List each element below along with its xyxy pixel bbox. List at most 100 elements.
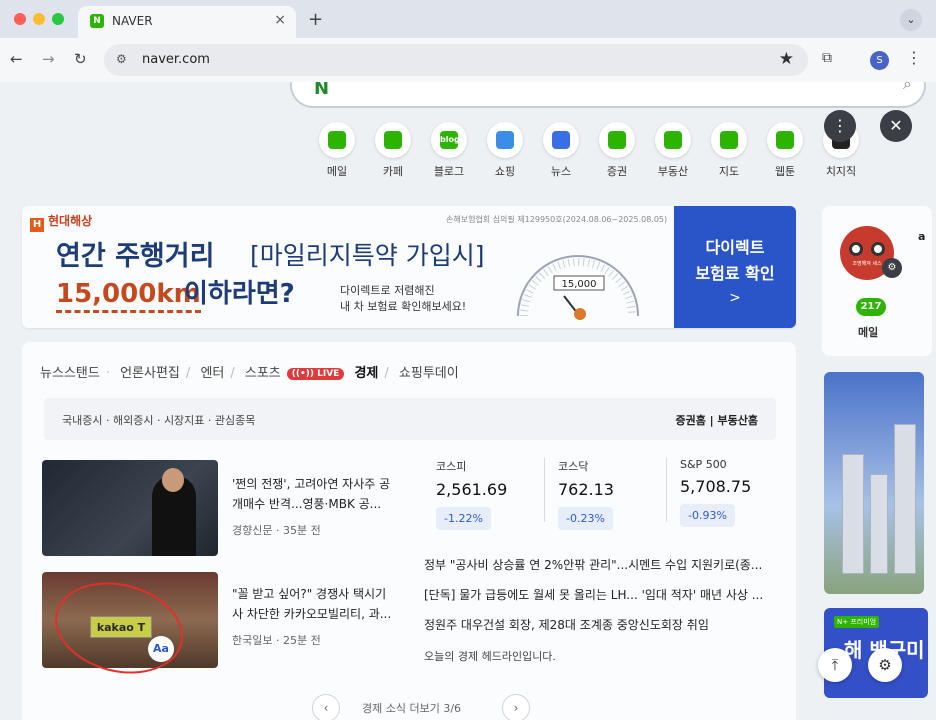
news-icon: [543, 122, 579, 158]
ad-headline-sub: [마일리지특약 가입시]: [250, 241, 485, 270]
naver-page: N ⌕ 메일 카페 blog 블로그 쇼핑 뉴스 증권 부동산 지도 웹툰 치지직 ⋮ ✕ H 현대해…: [0, 82, 936, 720]
back-arrow-icon[interactable]: ←: [10, 50, 23, 68]
tab-newsstand[interactable]: 뉴스스탠드: [40, 366, 100, 381]
hyundai-logo-icon: H: [30, 218, 44, 232]
news-tabs: 뉴스스탠드 · 언론사편집 / 엔터 / 스포츠 ((•)) LIVE 경제 / 쇼핑투데…: [40, 366, 459, 381]
map-icon: [711, 122, 747, 158]
bookmark-star-icon[interactable]: ★: [779, 49, 794, 69]
pager-next-icon[interactable]: ›: [502, 694, 530, 720]
browser-menu-icon[interactable]: ⋮: [906, 48, 922, 67]
browser-tab[interactable]: N NAVER ×: [78, 6, 296, 38]
close-overlay-button[interactable]: ✕: [880, 110, 912, 142]
service-label: 뉴스: [550, 165, 572, 178]
blog-icon: blog: [431, 122, 467, 158]
naver-logo-icon[interactable]: N: [314, 82, 329, 99]
ad-disclaimer: 손해보험협회 심의필 제129950호(2024.08.06~2025.08.0…: [446, 215, 668, 224]
ad-cta-button[interactable]: 다이렉트 보험료 확인 >: [674, 206, 796, 328]
close-window-button[interactable]: [14, 13, 26, 25]
new-tab-button[interactable]: +: [308, 9, 323, 30]
tab-press-edit[interactable]: 언론사편집: [120, 366, 180, 381]
stock-icon: [599, 122, 635, 158]
service-mail[interactable]: 메일: [312, 122, 362, 179]
pager-prev-icon[interactable]: ‹: [312, 694, 340, 720]
profile-settings-icon[interactable]: ⚙: [882, 258, 902, 278]
economy-subtabs: 국내증시 · 해외증시 · 시장지표 · 관심종목 증권홈 | 부동산홈: [44, 398, 776, 440]
service-news[interactable]: 뉴스: [536, 122, 586, 179]
address-toolbar: ← → ↻ ⚙ naver.com ★ ⧉ S ⋮: [0, 38, 936, 82]
ad-km-suffix: 이하라면?: [184, 279, 295, 309]
mail-icon: [319, 122, 355, 158]
service-webtoon[interactable]: 웹툰: [760, 122, 810, 179]
service-stock[interactable]: 증권: [592, 122, 642, 179]
service-label: 블로그: [433, 165, 465, 178]
headline-footer: 오늘의 경제 헤드라인입니다.: [424, 650, 556, 663]
maximize-window-button[interactable]: [52, 13, 64, 25]
more-options-button[interactable]: ⋮: [824, 110, 856, 142]
home-links[interactable]: 증권홈 | 부동산홈: [675, 412, 758, 428]
tab-close-icon[interactable]: ×: [274, 12, 286, 28]
webtoon-icon: [767, 122, 803, 158]
tab-economy[interactable]: 경제: [354, 366, 378, 381]
realestate-icon: [655, 122, 691, 158]
tab-entertainment[interactable]: 엔터: [200, 366, 224, 381]
article-meta: 한국일보 · 25분 전: [232, 634, 321, 647]
tab-bar: N NAVER × + ⌄: [0, 0, 936, 38]
tab-search-button[interactable]: ⌄: [900, 9, 922, 31]
tab-sports[interactable]: 스포츠: [245, 366, 281, 381]
tab-title: NAVER: [112, 14, 153, 28]
reload-icon[interactable]: ↻: [74, 50, 87, 68]
tab-shopping-today[interactable]: 쇼핑투데이: [399, 366, 459, 381]
service-realestate[interactable]: 부동산: [648, 122, 698, 179]
ad-subtext-2: 내 차 보험료 확인해보세요!: [340, 300, 467, 313]
gauge-readout: 15,000: [562, 279, 597, 290]
service-label: 쇼핑: [494, 165, 516, 178]
mail-count-badge[interactable]: 217: [856, 298, 886, 316]
service-label: 메일: [326, 165, 348, 178]
article-headline[interactable]: '쩐의 전쟁', 고려아연 자사주 공개매수 반격...영풍·MBK 공...: [232, 474, 396, 514]
ad-headline: 연간 주행거리: [56, 241, 215, 272]
site-info-icon[interactable]: ⚙: [116, 52, 127, 66]
service-shopping[interactable]: 쇼핑: [480, 122, 530, 179]
search-box[interactable]: N ⌕: [290, 82, 926, 108]
service-label: 증권: [606, 165, 628, 178]
login-profile-card[interactable]: 조명해져 세스 ⚙ a 217 메일: [822, 206, 932, 356]
search-icon[interactable]: ⌕: [903, 82, 912, 94]
article-thumbnail[interactable]: [42, 460, 218, 556]
subtab-links[interactable]: 국내증시 · 해외증시 · 시장지표 · 관심종목: [62, 412, 255, 428]
service-label: 치지직: [825, 165, 857, 178]
service-map[interactable]: 지도: [704, 122, 754, 179]
stock-sp500[interactable]: S&P 500 5,708.75 -0.93%: [680, 458, 790, 527]
settings-gear-button[interactable]: ⚙: [868, 648, 902, 682]
headline-link[interactable]: [단독] 물가 급등에도 월세 못 올리는 LH... '임대 적자' 매년 사…: [424, 586, 774, 603]
chevron-right-icon: >: [729, 290, 741, 306]
ad-subtext-1: 다이렉트로 저렴해진: [340, 284, 435, 297]
profile-avatar[interactable]: S: [870, 51, 889, 70]
service-shortcuts: 메일 카페 blog 블로그 쇼핑 뉴스 증권 부동산 지도 웹툰 치지직: [312, 122, 872, 182]
speedometer-gauge-icon: 15,000: [517, 255, 639, 320]
article-meta: 경향신문 · 35분 전: [232, 524, 321, 537]
article-headline[interactable]: "꼴 받고 싶어?" 경쟁사 택시기사 차단한 카카오모빌리티, 과...: [232, 584, 396, 624]
extensions-icon[interactable]: ⧉: [822, 50, 832, 66]
stock-kospi[interactable]: 코스피 2,561.69 -1.22%: [436, 458, 546, 530]
service-label: 부동산: [657, 165, 689, 178]
ad-km: 15,000km: [56, 278, 201, 313]
service-label: 지도: [718, 165, 740, 178]
url-text[interactable]: naver.com: [142, 52, 210, 67]
cafe-icon: [375, 122, 411, 158]
apartment-ad-banner[interactable]: [824, 372, 924, 594]
service-label: 카페: [382, 165, 404, 178]
live-badge[interactable]: ((•)) LIVE: [286, 368, 345, 380]
service-blog[interactable]: blog 블로그: [424, 122, 474, 179]
service-cafe[interactable]: 카페: [368, 122, 418, 179]
pager-text: 경제 소식 더보기 3/6: [362, 702, 462, 715]
url-bar[interactable]: ⚙ naver.com ★: [104, 44, 808, 76]
scroll-top-button[interactable]: ⤒: [818, 648, 852, 682]
minimize-window-button[interactable]: [33, 13, 45, 25]
forward-arrow-icon[interactable]: →: [42, 50, 55, 68]
headline-link[interactable]: 정부 "공사비 상승률 연 2%안팎 관리"...시멘트 수입 지원키로(종..…: [424, 556, 774, 573]
hyundai-insurance-ad[interactable]: H 현대해상 손해보험협회 심의필 제129950호(2024.08.06~202…: [22, 206, 796, 328]
ad-brand: H 현대해상: [30, 212, 92, 232]
stock-kosdaq[interactable]: 코스닥 762.13 -0.23%: [558, 458, 668, 530]
headline-link[interactable]: 정원주 대우건설 회장, 제28대 조계종 중앙신도회장 취임: [424, 616, 774, 633]
mail-link[interactable]: 메일: [858, 324, 878, 340]
